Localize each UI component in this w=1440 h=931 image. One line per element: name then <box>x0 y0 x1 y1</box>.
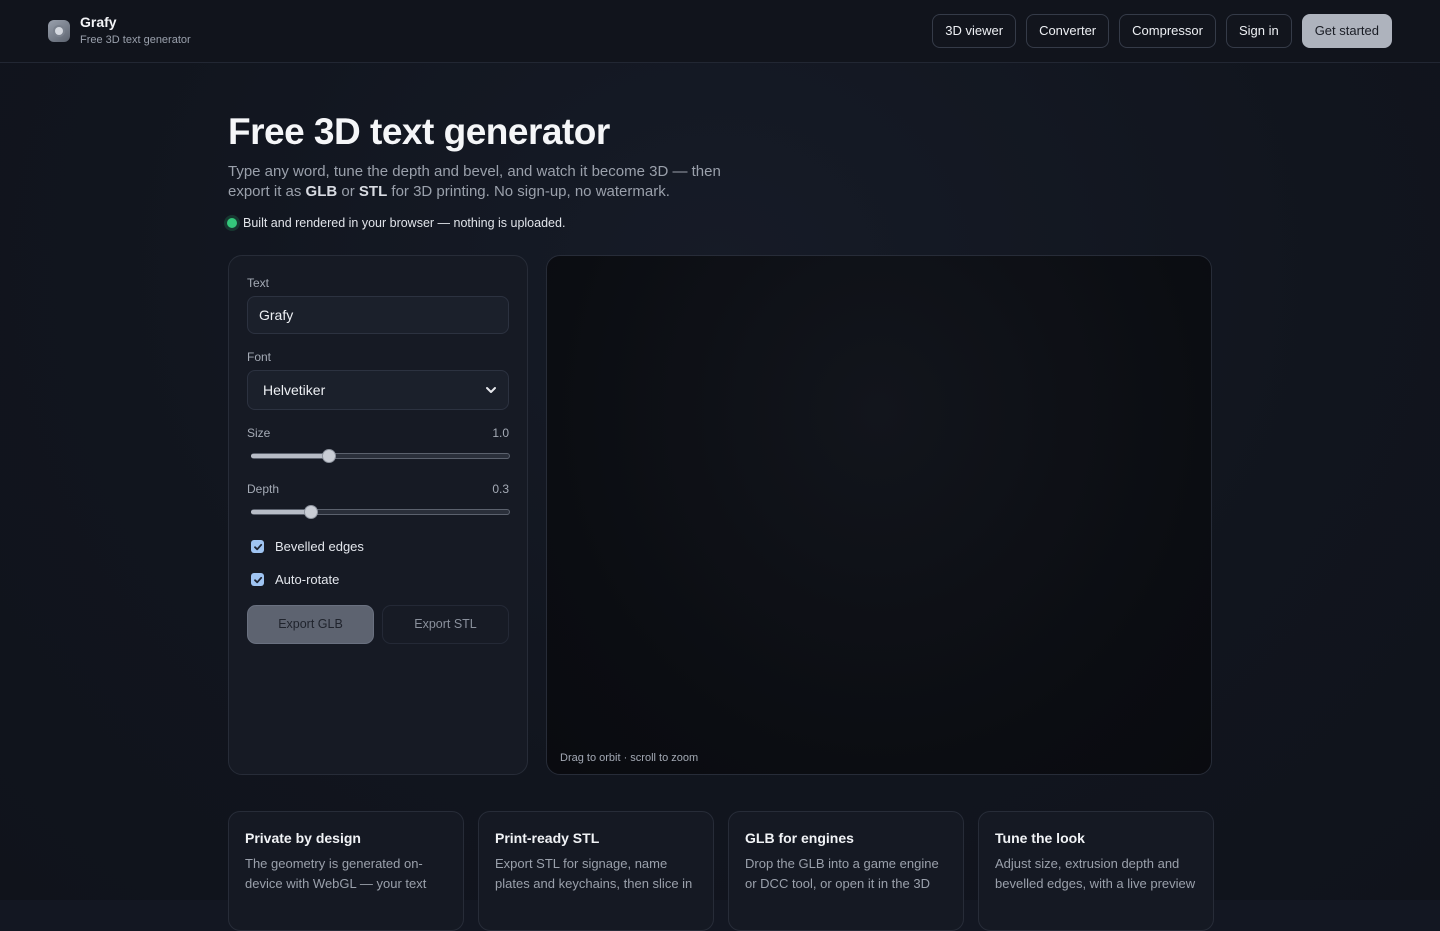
grafy-logo-icon <box>48 19 70 42</box>
checkmark-icon <box>251 573 264 586</box>
feature-title: Private by design <box>245 830 361 846</box>
brand-name: Grafy <box>80 14 117 30</box>
autorotate-checkbox[interactable]: Auto-rotate <box>251 572 339 587</box>
depth-label: Depth <box>247 482 280 496</box>
feature-cards: Private by design The geometry is genera… <box>228 811 1214 931</box>
feature-title: Print-ready STL <box>495 830 600 846</box>
hero-description: Type any word, tune the depth and bevel,… <box>228 163 721 200</box>
top-bar: Grafy Free 3D text generator 3D viewer C… <box>0 0 1440 63</box>
bevel-checkbox[interactable]: Bevelled edges <box>251 539 364 554</box>
font-select[interactable]: Helvetiker <box>247 370 509 410</box>
text-label: Text <box>247 276 270 290</box>
export-glb-button[interactable]: Export GLB <box>247 605 374 644</box>
bevel-label: Bevelled edges <box>275 539 364 554</box>
size-slider[interactable] <box>251 449 510 463</box>
size-label: Size <box>247 426 271 440</box>
brand[interactable]: Grafy Free 3D text generator <box>48 14 191 47</box>
feature-title: Tune the look <box>995 830 1085 846</box>
font-select-value: Helvetiker <box>263 382 326 398</box>
feature-card: GLB for engines Drop the GLB into a game… <box>728 811 964 931</box>
privacy-note-text: Built and rendered in your browser — not… <box>243 216 566 230</box>
3d-viewport[interactable]: Drag to orbit · scroll to zoom <box>546 255 1212 775</box>
feature-description: The geometry is generated on-device with… <box>245 856 427 891</box>
feature-title: GLB for engines <box>745 830 854 846</box>
controls-panel: Text Grafy Font Helvetiker Size 1.0 Dept… <box>228 255 528 775</box>
brand-tagline: Free 3D text generator <box>80 34 191 46</box>
get-started-button[interactable]: Get started <box>1301 14 1392 48</box>
nav-compressor-button[interactable]: Compressor <box>1119 14 1216 48</box>
feature-description: Export STL for signage, name plates and … <box>495 856 693 891</box>
nav-3d-viewer-button[interactable]: 3D viewer <box>932 14 1017 48</box>
sign-in-button[interactable]: Sign in <box>1225 14 1292 48</box>
hero: Free 3D text generator Type any word, tu… <box>227 110 948 230</box>
depth-slider[interactable] <box>251 505 510 519</box>
depth-slider-thumb[interactable] <box>304 505 318 519</box>
privacy-note: Built and rendered in your browser — not… <box>227 216 948 230</box>
chevron-down-icon <box>486 387 496 393</box>
top-nav: 3D viewer Converter Compressor Sign in G… <box>932 14 1392 48</box>
autorotate-label: Auto-rotate <box>275 572 340 587</box>
text-input[interactable]: Grafy <box>247 296 509 334</box>
feature-card: Tune the look Adjust size, extrusion dep… <box>978 811 1214 931</box>
nav-converter-button[interactable]: Converter <box>1026 14 1110 48</box>
feature-description: Drop the GLB into a game engine or DCC t… <box>745 856 939 891</box>
font-label: Font <box>247 350 272 364</box>
size-slider-thumb[interactable] <box>322 449 336 463</box>
status-dot-icon <box>227 218 237 228</box>
size-value: 1.0 <box>492 426 509 440</box>
export-stl-button[interactable]: Export STL <box>382 605 509 644</box>
feature-card: Print-ready STL Export STL for signage, … <box>478 811 714 931</box>
page-title: Free 3D text generator <box>228 111 610 152</box>
feature-card: Private by design The geometry is genera… <box>228 811 464 931</box>
feature-description: Adjust size, extrusion depth and bevelle… <box>995 856 1196 891</box>
checkmark-icon <box>251 540 264 553</box>
viewer-hint: Drag to orbit · scroll to zoom <box>560 752 699 764</box>
depth-value: 0.3 <box>492 482 509 496</box>
